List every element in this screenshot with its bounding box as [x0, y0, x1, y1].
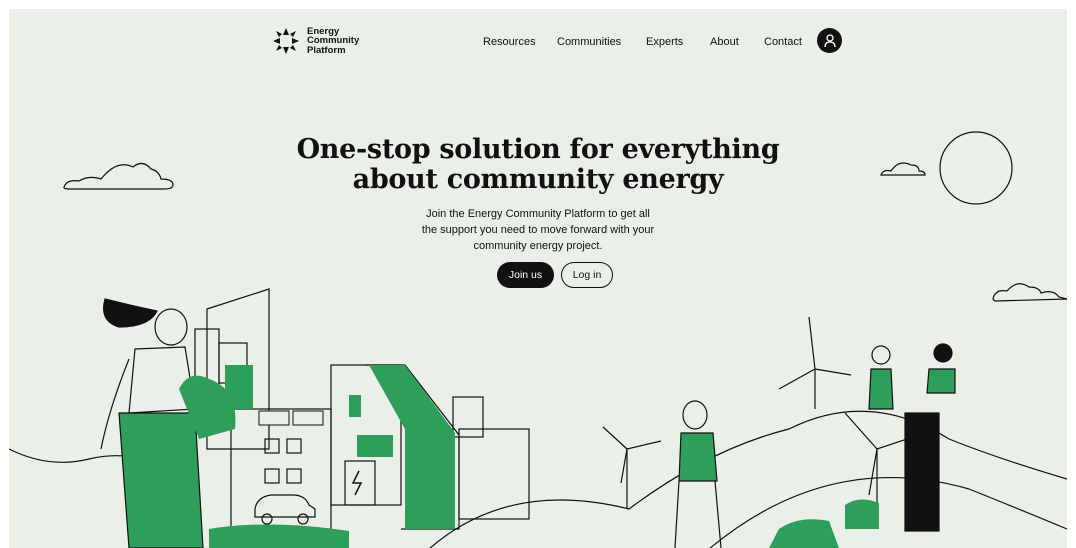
hero-subtitle-line: community energy project. — [473, 240, 603, 252]
car-icon — [254, 494, 316, 518]
nav-item-communities[interactable]: Communities — [557, 36, 621, 48]
hero-title-line: about community energy — [352, 164, 724, 195]
solar-panel-icon — [292, 410, 324, 426]
log-in-button[interactable]: Log in — [561, 262, 613, 288]
hero-title: One-stop solution for everything about c… — [9, 135, 1067, 195]
brand-name-line: Platform — [307, 44, 346, 56]
brand-logo[interactable]: Energy Community Platform — [271, 26, 359, 56]
solar-panel-icon — [258, 410, 290, 426]
user-icon — [823, 33, 836, 47]
nav-item-contact[interactable]: Contact — [764, 36, 802, 48]
brand-name: Energy Community Platform — [307, 27, 359, 56]
hero-subtitle: Join the Energy Community Platform to ge… — [9, 206, 1067, 254]
join-us-button[interactable]: Join us — [497, 262, 554, 288]
cloud-right-icon — [992, 283, 1067, 302]
nav-item-about[interactable]: About — [710, 36, 739, 48]
page: Energy Community Platform Resources Comm… — [9, 9, 1067, 548]
hero-subtitle-line: the support you need to move forward wit… — [421, 224, 655, 236]
hero-title-line: One-stop solution for everything — [296, 134, 780, 165]
nav-item-experts[interactable]: Experts — [646, 36, 683, 48]
hero-subtitle-line: Join the Energy Community Platform to ge… — [426, 208, 650, 220]
wind-turbine-icon — [602, 426, 662, 509]
wind-turbine-icon — [778, 316, 852, 409]
account-button[interactable] — [817, 28, 842, 53]
nav-item-resources[interactable]: Resources — [483, 36, 536, 48]
brand-sun-icon — [273, 28, 299, 54]
